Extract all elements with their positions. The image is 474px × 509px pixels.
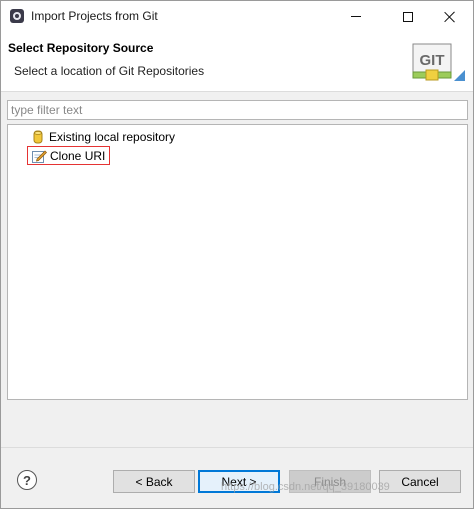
maximize-button[interactable] xyxy=(385,1,431,32)
back-button[interactable]: < Back xyxy=(113,470,195,493)
git-logo-text: GIT xyxy=(420,52,445,69)
git-wizard-icon: GIT xyxy=(412,43,465,81)
tree-item-clone-uri[interactable]: Clone URI xyxy=(27,146,111,165)
cancel-button[interactable]: Cancel xyxy=(379,470,461,493)
close-icon xyxy=(444,11,456,23)
repository-cylinder-icon xyxy=(33,130,43,144)
wizard-header: Select Repository Source Select a locati… xyxy=(1,32,473,92)
close-button[interactable] xyxy=(427,1,473,32)
window-title: Import Projects from Git xyxy=(31,9,158,23)
title-bar[interactable]: Import Projects from Git xyxy=(1,1,473,32)
maximize-icon xyxy=(403,11,413,22)
page-title: Select Repository Source xyxy=(8,41,154,55)
minimize-button[interactable] xyxy=(333,1,379,32)
finish-button[interactable]: Finish xyxy=(289,470,371,493)
help-button[interactable]: ? xyxy=(17,470,37,490)
button-bar-separator xyxy=(1,447,473,448)
filter-input[interactable] xyxy=(7,100,468,120)
tree-item-label: Existing local repository xyxy=(49,130,176,144)
eclipse-app-icon xyxy=(10,9,24,23)
page-description: Select a location of Git Repositories xyxy=(14,64,205,78)
next-button[interactable]: Next > xyxy=(198,470,280,493)
minimize-icon xyxy=(351,16,361,17)
tree-item-existing-local-repository[interactable]: Existing local repository xyxy=(30,128,175,146)
help-icon: ? xyxy=(23,472,31,488)
tree-item-label: Clone URI xyxy=(50,148,106,163)
repository-source-tree[interactable]: Existing local repository Clone URI xyxy=(7,124,468,400)
edit-uri-icon xyxy=(32,150,47,163)
import-dialog: Import Projects from Git Select Reposito… xyxy=(0,0,474,509)
